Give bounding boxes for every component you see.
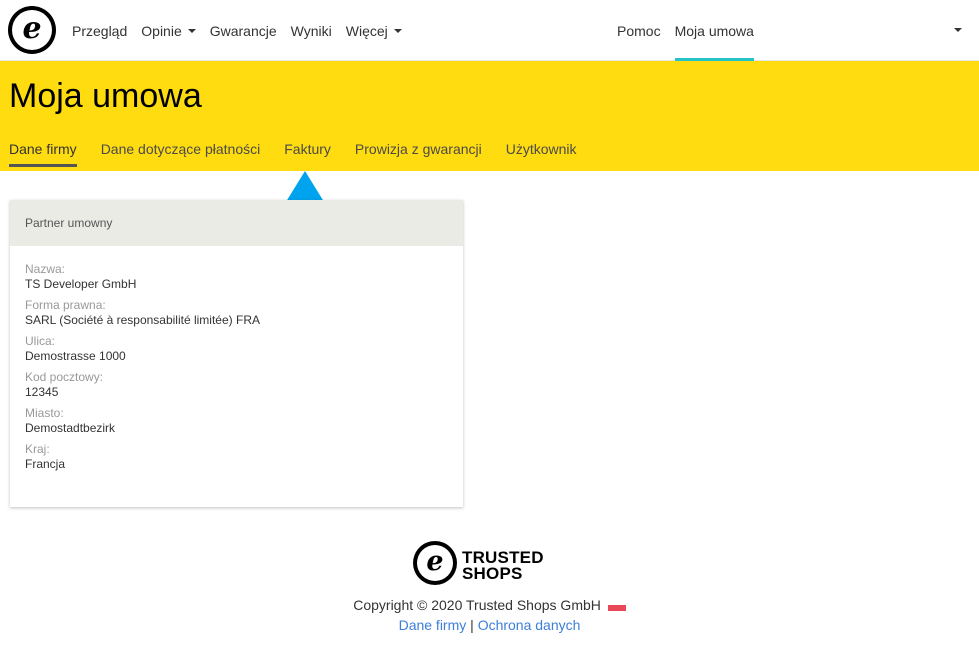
field-label: Ulica: xyxy=(25,334,56,348)
field-country: Kraj: Francja xyxy=(25,442,448,472)
field-street: Ulica: Demostrasse 1000 xyxy=(25,334,448,364)
card-title: Partner umowny xyxy=(10,200,463,246)
card-body: Nazwa: TS Developer GmbH Forma prawna: S… xyxy=(10,246,463,494)
logo-e-glyph: e xyxy=(22,10,42,46)
tab-user[interactable]: Użytkownik xyxy=(506,141,577,167)
top-navbar: e Przegląd Opinie Gwarancje Wyniki Więce… xyxy=(0,0,979,61)
tab-payment-data[interactable]: Dane dotyczące płatności xyxy=(101,141,261,167)
field-value: 12345 xyxy=(25,385,59,399)
footer-brand-text: TRUSTED SHOPS xyxy=(462,548,544,583)
nav-item-reviews[interactable]: Opinie xyxy=(141,23,196,39)
page-header: Moja umowa Dane firmy Dane dotyczące pła… xyxy=(0,61,979,171)
field-value: Demostadtbezirk xyxy=(25,421,116,435)
field-value: TS Developer GmbH xyxy=(25,277,137,291)
nav-item-guarantees[interactable]: Gwarancje xyxy=(210,23,277,39)
field-postal-code: Kod pocztowy: 12345 xyxy=(25,370,448,400)
nav-item-overview[interactable]: Przegląd xyxy=(72,23,127,39)
tab-invoices[interactable]: Faktury xyxy=(284,141,331,167)
field-label: Miasto: xyxy=(25,406,64,420)
trusted-shops-logo[interactable]: e xyxy=(8,6,56,54)
field-label: Nazwa: xyxy=(25,262,66,276)
trusted-shops-seal-icon: e xyxy=(413,541,457,585)
field-label: Forma prawna: xyxy=(25,298,106,312)
nav-item-my-contract[interactable]: Moja umowa xyxy=(674,0,754,61)
field-city: Miasto: Demostadtbezirk xyxy=(25,406,448,436)
field-name: Nazwa: TS Developer GmbH xyxy=(25,262,448,292)
nav-item-help[interactable]: Pomoc xyxy=(617,0,661,61)
footer-link-privacy[interactable]: Ochrona danych xyxy=(478,617,581,633)
field-legal-form: Forma prawna: SARL (Société à responsabi… xyxy=(25,298,448,328)
tab-guarantee-commission[interactable]: Prowizja z gwarancji xyxy=(355,141,482,167)
caret-down-icon xyxy=(187,28,196,33)
contract-partner-card: Partner umowny Nazwa: TS Developer GmbH … xyxy=(10,200,463,507)
footer-separator: | xyxy=(470,617,474,633)
nav-item-more[interactable]: Więcej xyxy=(346,23,402,39)
contract-tabs: Dane firmy Dane dotyczące płatności Fakt… xyxy=(9,141,601,167)
caret-down-icon xyxy=(393,28,402,33)
field-value: SARL (Société à responsabilité limitée) … xyxy=(25,313,260,327)
nav-item-results[interactable]: Wyniki xyxy=(291,23,332,39)
footer-link-company-data[interactable]: Dane firmy xyxy=(399,617,467,633)
copyright: Copyright © 2020 Trusted Shops GmbH xyxy=(0,597,979,613)
footer-trusted-shops-logo: e TRUSTED SHOPS xyxy=(413,541,544,585)
field-label: Kraj: xyxy=(25,442,50,456)
footer-links: Dane firmy | Ochrona danych xyxy=(0,617,979,633)
main-nav: Przegląd Opinie Gwarancje Wyniki Więcej xyxy=(72,0,416,61)
secondary-nav: Pomoc Moja umowa xyxy=(617,0,768,61)
tab-company-data[interactable]: Dane firmy xyxy=(9,141,77,167)
field-value: Francja xyxy=(25,457,66,471)
field-value: Demostrasse 1000 xyxy=(25,349,126,363)
field-label: Kod pocztowy: xyxy=(25,370,104,384)
account-dropdown-caret-icon[interactable] xyxy=(954,28,962,32)
copyright-text: Copyright © 2020 Trusted Shops GmbH xyxy=(353,597,601,613)
page-title: Moja umowa xyxy=(9,77,202,115)
poland-flag-icon xyxy=(607,601,626,611)
